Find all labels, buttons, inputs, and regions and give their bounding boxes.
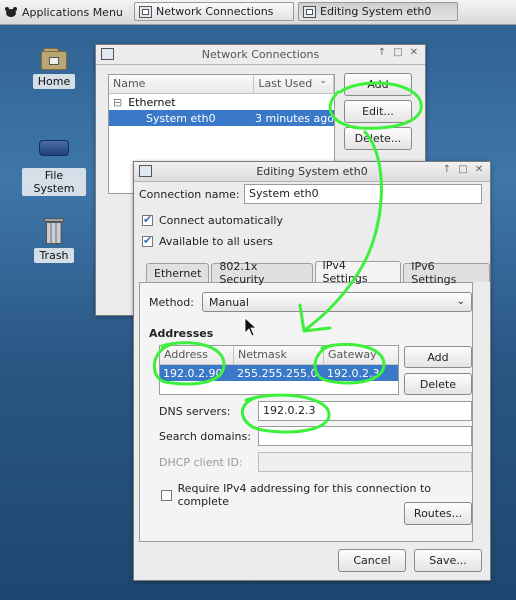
edit-window-buttons: ↑ □ ✕ — [442, 164, 484, 175]
ipv4-settings-page: Method: Manual ⌄ Addresses Address Netma… — [139, 282, 473, 542]
tab-ipv4-settings[interactable]: IPv4 Settings — [314, 259, 402, 285]
search-domains-label: Search domains: — [159, 430, 251, 443]
row-name: System eth0 — [146, 111, 216, 125]
row-last-used: 3 minutes ago — [255, 111, 334, 125]
column-netmask[interactable]: Netmask — [234, 346, 324, 364]
shade-icon[interactable]: ↑ — [442, 164, 452, 175]
delete-address-button[interactable]: Delete — [404, 373, 472, 395]
gateway-cell[interactable]: 192.0.2.3 — [324, 367, 398, 380]
connections-header: Name Last Used ⌄ — [109, 75, 334, 94]
desktop-icon-label: File System — [22, 168, 86, 196]
netmask-cell[interactable]: 255.255.255.0 — [234, 367, 324, 380]
dns-servers-label: DNS servers: — [159, 405, 231, 418]
tab-ethernet[interactable]: Ethernet — [146, 263, 210, 282]
xfce-mouse-icon — [5, 7, 17, 17]
task-label: Editing System eth0 — [320, 5, 432, 18]
dhcp-client-id-input[interactable] — [258, 452, 472, 472]
network-window-icon — [139, 165, 152, 177]
column-gateway[interactable]: Gateway — [324, 346, 398, 364]
close-icon[interactable]: ✕ — [474, 164, 484, 175]
save-button[interactable]: Save... — [414, 549, 482, 572]
desktop-icon-trash[interactable]: Trash — [22, 218, 86, 263]
addresses-heading: Addresses — [149, 327, 214, 340]
nc-titlebar[interactable]: Network Connections ↑ □ ✕ — [96, 45, 425, 65]
connection-name-input[interactable]: System eth0 — [244, 184, 482, 204]
task-label: Network Connections — [156, 5, 274, 18]
connect-automatically-checkbox[interactable]: Connect automatically — [142, 213, 283, 227]
desktop-icon-home[interactable]: Home — [22, 48, 86, 89]
column-name[interactable]: Name — [109, 75, 255, 93]
checkbox-checked-icon — [142, 213, 153, 226]
maximize-icon[interactable]: □ — [393, 47, 403, 58]
applications-menu[interactable]: Applications Menu — [4, 3, 123, 21]
connect-automatically-label: Connect automatically — [159, 214, 283, 227]
tab-ipv6-settings[interactable]: IPv6 Settings — [403, 260, 490, 286]
editing-eth0-window: Editing System eth0 ↑ □ ✕ Connection nam… — [133, 161, 491, 581]
delete-connection-button[interactable]: Delete... — [344, 127, 412, 150]
shade-icon[interactable]: ↑ — [377, 47, 387, 58]
task-network-connections[interactable]: Network Connections — [134, 2, 294, 21]
home-folder-icon — [41, 48, 67, 70]
checkbox-checked-icon — [142, 234, 153, 247]
edit-titlebar[interactable]: Editing System eth0 ↑ □ ✕ — [134, 162, 490, 182]
add-address-button[interactable]: Add — [404, 346, 472, 368]
method-select[interactable]: Manual ⌄ — [202, 292, 472, 312]
method-label: Method: — [149, 296, 194, 309]
column-last-used[interactable]: Last Used ⌄ — [254, 75, 334, 93]
task-editing-eth0[interactable]: Editing System eth0 — [298, 2, 458, 21]
top-panel: Applications Menu Network Connections Ed… — [0, 0, 516, 25]
checkbox-unchecked-icon — [161, 489, 172, 501]
edit-connection-button[interactable]: Edit... — [344, 100, 412, 123]
routes-button[interactable]: Routes... — [404, 502, 472, 525]
trash-icon — [44, 218, 64, 244]
hard-disk-icon — [39, 140, 69, 156]
group-ethernet[interactable]: ⊟ Ethernet — [109, 94, 334, 110]
chevron-down-icon: ⌄ — [319, 76, 327, 86]
available-to-all-label: Available to all users — [159, 235, 273, 248]
dhcp-client-id-label: DHCP client ID: — [159, 456, 243, 469]
applications-menu-label: Applications Menu — [22, 5, 123, 19]
search-domains-input[interactable] — [258, 426, 472, 446]
connection-name-label: Connection name: — [139, 188, 240, 201]
desktop-icon-label: Home — [32, 74, 76, 89]
desktop-icon-label: Trash — [34, 248, 74, 263]
method-value: Manual — [209, 295, 249, 309]
collapse-icon[interactable]: ⊟ — [113, 96, 122, 109]
cancel-button[interactable]: Cancel — [338, 549, 406, 572]
maximize-icon[interactable]: □ — [458, 164, 468, 175]
tab-8021x-security[interactable]: 802.1x Security — [211, 260, 313, 286]
settings-tabs: Ethernet 802.1x Security IPv4 Settings I… — [146, 259, 490, 286]
available-to-all-checkbox[interactable]: Available to all users — [142, 234, 273, 248]
group-label: Ethernet — [128, 95, 176, 109]
close-icon[interactable]: ✕ — [409, 47, 419, 58]
column-address[interactable]: Address — [160, 346, 234, 364]
table-row[interactable]: 192.0.2.90 255.255.255.0 192.0.2.3 — [160, 365, 398, 381]
chevron-down-icon: ⌄ — [456, 296, 465, 307]
nc-window-buttons: ↑ □ ✕ — [377, 47, 419, 58]
column-last-used-label: Last Used — [258, 77, 313, 90]
desktop-icon-filesystem[interactable]: File System — [22, 134, 86, 196]
table-row[interactable]: System eth0 3 minutes ago — [109, 110, 334, 126]
addresses-table[interactable]: Address Netmask Gateway 192.0.2.90 255.2… — [159, 345, 399, 395]
add-connection-button[interactable]: Add — [344, 73, 412, 96]
address-cell[interactable]: 192.0.2.90 — [160, 367, 234, 380]
network-window-icon — [303, 5, 316, 18]
network-window-icon — [101, 48, 114, 60]
network-window-icon — [139, 5, 152, 18]
edit-title: Editing System eth0 — [256, 165, 368, 178]
nc-title: Network Connections — [201, 48, 320, 61]
dns-servers-input[interactable]: 192.0.2.3 — [258, 401, 472, 421]
addresses-header: Address Netmask Gateway — [160, 346, 398, 365]
